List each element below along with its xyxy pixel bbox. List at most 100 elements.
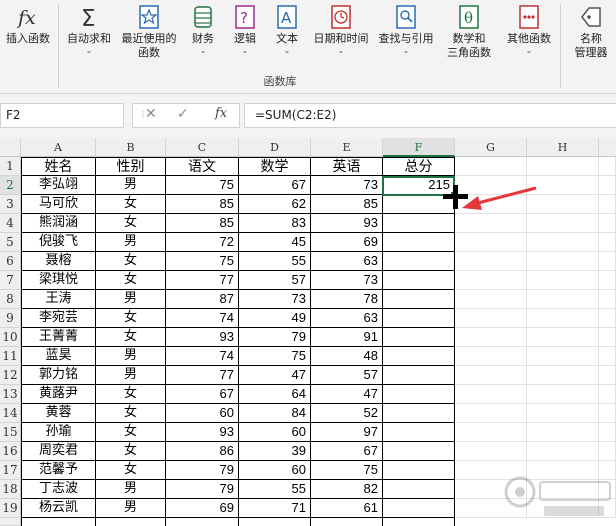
gender-cell[interactable]: 男 — [96, 347, 166, 366]
math-cell[interactable]: 49 — [239, 309, 311, 328]
insert-function-icon[interactable]: fx — [215, 106, 227, 121]
column-header-c[interactable]: C — [166, 138, 239, 157]
empty-cell[interactable] — [527, 290, 599, 309]
cell[interactable] — [383, 518, 455, 526]
row-header[interactable]: 9 — [0, 309, 21, 328]
total-cell[interactable] — [383, 366, 455, 385]
chinese-cell[interactable]: 67 — [166, 385, 239, 404]
english-cell[interactable]: 97 — [311, 423, 383, 442]
total-cell[interactable] — [383, 214, 455, 233]
header-name-cell[interactable]: 姓名 — [21, 157, 96, 176]
math-cell[interactable]: 73 — [239, 290, 311, 309]
column-header-h[interactable]: H — [527, 138, 599, 157]
english-cell[interactable]: 73 — [311, 176, 383, 195]
math-cell[interactable]: 62 — [239, 195, 311, 214]
empty-cell[interactable] — [455, 271, 527, 290]
english-cell[interactable]: 75 — [311, 461, 383, 480]
insert-function-button[interactable]: fx 插入函数 — [2, 0, 54, 66]
empty-cell[interactable] — [599, 290, 616, 309]
math-cell[interactable]: 47 — [239, 366, 311, 385]
english-cell[interactable]: 85 — [311, 195, 383, 214]
chinese-cell[interactable]: 86 — [166, 442, 239, 461]
gender-cell[interactable]: 男 — [96, 176, 166, 195]
empty-cell[interactable] — [527, 233, 599, 252]
row-header[interactable]: 13 — [0, 385, 21, 404]
column-header-i[interactable] — [599, 138, 616, 157]
cell[interactable] — [21, 518, 96, 526]
header-total-cell[interactable]: 总分 — [383, 157, 455, 176]
empty-cell[interactable] — [527, 366, 599, 385]
empty-cell[interactable] — [599, 328, 616, 347]
chinese-cell[interactable]: 85 — [166, 195, 239, 214]
english-cell[interactable]: 63 — [311, 252, 383, 271]
chinese-cell[interactable]: 93 — [166, 328, 239, 347]
gender-cell[interactable]: 女 — [96, 252, 166, 271]
gender-cell[interactable]: 男 — [96, 366, 166, 385]
math-cell[interactable]: 60 — [239, 423, 311, 442]
empty-cell[interactable] — [527, 309, 599, 328]
row-header[interactable]: 7 — [0, 271, 21, 290]
chinese-cell[interactable]: 69 — [166, 499, 239, 518]
total-cell[interactable] — [383, 271, 455, 290]
empty-cell[interactable] — [527, 328, 599, 347]
text-button[interactable]: A 文本 ⌄ — [268, 0, 306, 66]
select-all-corner[interactable] — [0, 138, 21, 157]
math-cell[interactable]: 55 — [239, 252, 311, 271]
math-button[interactable]: θ 数学和 三角函数 — [440, 0, 498, 66]
row-header[interactable]: 2 — [0, 176, 21, 195]
row-header[interactable]: 12 — [0, 366, 21, 385]
chinese-cell[interactable]: 79 — [166, 480, 239, 499]
row-header[interactable]: 1 — [0, 157, 21, 176]
empty-cell[interactable] — [599, 385, 616, 404]
english-cell[interactable]: 78 — [311, 290, 383, 309]
empty-cell[interactable] — [527, 252, 599, 271]
total-cell[interactable] — [383, 423, 455, 442]
chinese-cell[interactable]: 74 — [166, 309, 239, 328]
name-cell[interactable]: 马可欣 — [21, 195, 96, 214]
row-header[interactable]: 19 — [0, 499, 21, 518]
name-cell[interactable]: 倪骏飞 — [21, 233, 96, 252]
total-cell[interactable] — [383, 385, 455, 404]
name-cell[interactable]: 王涛 — [21, 290, 96, 309]
total-cell[interactable] — [383, 404, 455, 423]
formula-input[interactable]: =SUM(C2:E2) — [244, 103, 616, 128]
chinese-cell[interactable]: 85 — [166, 214, 239, 233]
row-header[interactable]: 5 — [0, 233, 21, 252]
english-cell[interactable]: 63 — [311, 309, 383, 328]
total-cell[interactable] — [383, 252, 455, 271]
name-manager-button[interactable]: 名称 管理器 — [566, 0, 616, 66]
gender-cell[interactable]: 女 — [96, 195, 166, 214]
name-cell[interactable]: 熊润涵 — [21, 214, 96, 233]
logical-button[interactable]: ? 逻辑 ⌄ — [226, 0, 264, 66]
name-cell[interactable]: 杨云凯 — [21, 499, 96, 518]
name-cell[interactable]: 聂榕 — [21, 252, 96, 271]
english-cell[interactable]: 93 — [311, 214, 383, 233]
total-cell[interactable] — [383, 347, 455, 366]
column-header-d[interactable]: D — [239, 138, 311, 157]
empty-cell[interactable] — [527, 214, 599, 233]
gender-cell[interactable]: 男 — [96, 480, 166, 499]
name-cell[interactable]: 蓝昊 — [21, 347, 96, 366]
financial-button[interactable]: 财务 ⌄ — [184, 0, 222, 66]
row-header[interactable]: 16 — [0, 442, 21, 461]
empty-cell[interactable] — [599, 442, 616, 461]
english-cell[interactable]: 91 — [311, 328, 383, 347]
name-cell[interactable]: 孙瑜 — [21, 423, 96, 442]
gender-cell[interactable]: 女 — [96, 385, 166, 404]
english-cell[interactable]: 82 — [311, 480, 383, 499]
empty-cell[interactable] — [455, 214, 527, 233]
math-cell[interactable]: 55 — [239, 480, 311, 499]
gender-cell[interactable]: 女 — [96, 423, 166, 442]
chinese-cell[interactable]: 75 — [166, 252, 239, 271]
math-cell[interactable]: 84 — [239, 404, 311, 423]
more-functions-button[interactable]: 其他函数 ⌄ — [500, 0, 558, 66]
math-cell[interactable]: 83 — [239, 214, 311, 233]
chinese-cell[interactable]: 77 — [166, 366, 239, 385]
math-cell[interactable]: 67 — [239, 176, 311, 195]
empty-cell[interactable] — [599, 195, 616, 214]
empty-cell[interactable] — [455, 442, 527, 461]
cancel-icon[interactable]: ✕ — [145, 106, 157, 122]
cell[interactable] — [96, 518, 166, 526]
header-math-cell[interactable]: 数学 — [239, 157, 311, 176]
english-cell[interactable]: 47 — [311, 385, 383, 404]
